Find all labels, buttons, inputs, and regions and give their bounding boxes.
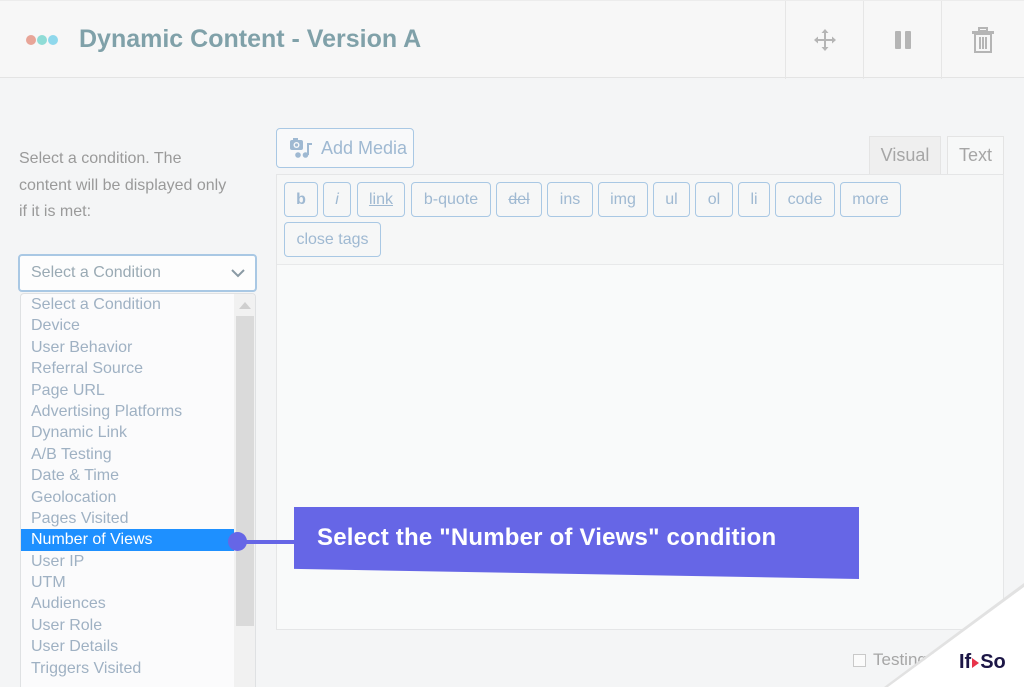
quicktag-bold[interactable]: b [284,182,318,217]
callout-connector-line [240,540,296,544]
dropdown-scrollbar[interactable] [234,294,255,687]
scroll-thumb[interactable] [236,316,254,626]
condition-option-a-b-testing[interactable]: A/B Testing [21,444,234,465]
dot-blue [48,35,58,45]
condition-option-geolocation[interactable]: Geolocation [21,487,234,508]
logo-so: So [980,651,1006,673]
condition-option-page-url[interactable]: Page URL [21,380,234,401]
tab-visual[interactable]: Visual [869,136,941,174]
pause-button[interactable] [863,1,941,79]
scroll-up-arrow-icon[interactable] [239,302,251,309]
block-header: Dynamic Content - Version A [0,0,1024,79]
logo-if: If [959,651,972,673]
condition-option-date-time[interactable]: Date & Time [21,465,234,486]
quicktag-ul[interactable]: ul [653,182,690,217]
quicktags-toolbar: b i link b-quote del ins img ul ol li co… [277,175,1003,265]
pause-icon [894,31,911,49]
condition-option-pages-visited[interactable]: Pages Visited [21,508,234,529]
condition-option-user-role[interactable]: User Role [21,615,234,636]
condition-option-triggers-visited[interactable]: Triggers Visited [21,658,234,679]
quicktag-code[interactable]: code [775,182,835,217]
testing-mode-checkbox[interactable] [853,653,866,667]
condition-option-user-behavior[interactable]: User Behavior [21,337,234,358]
quicktag-italic[interactable]: i [323,182,351,217]
condition-dropdown-list: Select a Condition Device User Behavior Ref… [20,293,256,687]
condition-hint: Select a condition. The content will be … [19,150,227,220]
quicktag-ol[interactable]: ol [695,182,733,217]
condition-option-referral-source[interactable]: Referral Source [21,358,234,379]
move-button[interactable] [785,1,863,79]
logo-play-icon [972,657,980,668]
quicktag-close-tags[interactable]: close tags [284,222,381,257]
condition-option-advertising-platforms[interactable]: Advertising Platforms [21,401,234,422]
add-media-button[interactable]: Add Media [276,128,414,168]
chevron-down-icon [231,269,245,278]
quicktag-ins[interactable]: ins [547,182,593,217]
instruction-callout: Select the "Number of Views" condition [294,507,859,579]
condition-option-device[interactable]: Device [21,315,234,336]
condition-option-user-details[interactable]: User Details [21,636,234,657]
move-arrows-icon [813,29,836,51]
condition-select[interactable]: Select a Condition [18,254,257,292]
status-dots-icon [26,35,58,45]
condition-option-audiences[interactable]: Audiences [21,593,234,614]
add-media-label: Add Media [321,137,408,158]
callout-connector-dot [228,532,247,551]
condition-option-dynamic-link[interactable]: Dynamic Link [21,422,234,443]
tab-text[interactable]: Text [947,136,1004,174]
dot-red [26,35,36,45]
dot-teal [37,35,47,45]
condition-option-user-ip[interactable]: User IP [21,551,234,572]
quicktag-img[interactable]: img [598,182,648,217]
quicktag-more[interactable]: more [840,182,901,217]
condition-option-select-a-condition[interactable]: Select a Condition [21,294,234,315]
quicktag-b-quote[interactable]: b-quote [411,182,491,217]
ifso-logo: If So [959,651,1006,674]
delete-button[interactable] [941,1,1024,79]
block-title: Dynamic Content - Version A [79,25,422,53]
quicktag-link[interactable]: link [357,182,405,217]
condition-option-number-of-views[interactable]: Number of Views [21,529,234,551]
page: Dynamic Content - Version A Select a con… [0,0,1024,687]
condition-select-value: Select a Condition [31,264,161,281]
condition-options: Select a Condition Device User Behavior Ref… [21,294,255,679]
media-camera-music-icon [290,138,312,158]
trash-icon [972,27,994,53]
quicktag-li[interactable]: li [738,182,770,217]
condition-option-utm[interactable]: UTM [21,572,234,593]
quicktag-del[interactable]: del [496,182,542,217]
